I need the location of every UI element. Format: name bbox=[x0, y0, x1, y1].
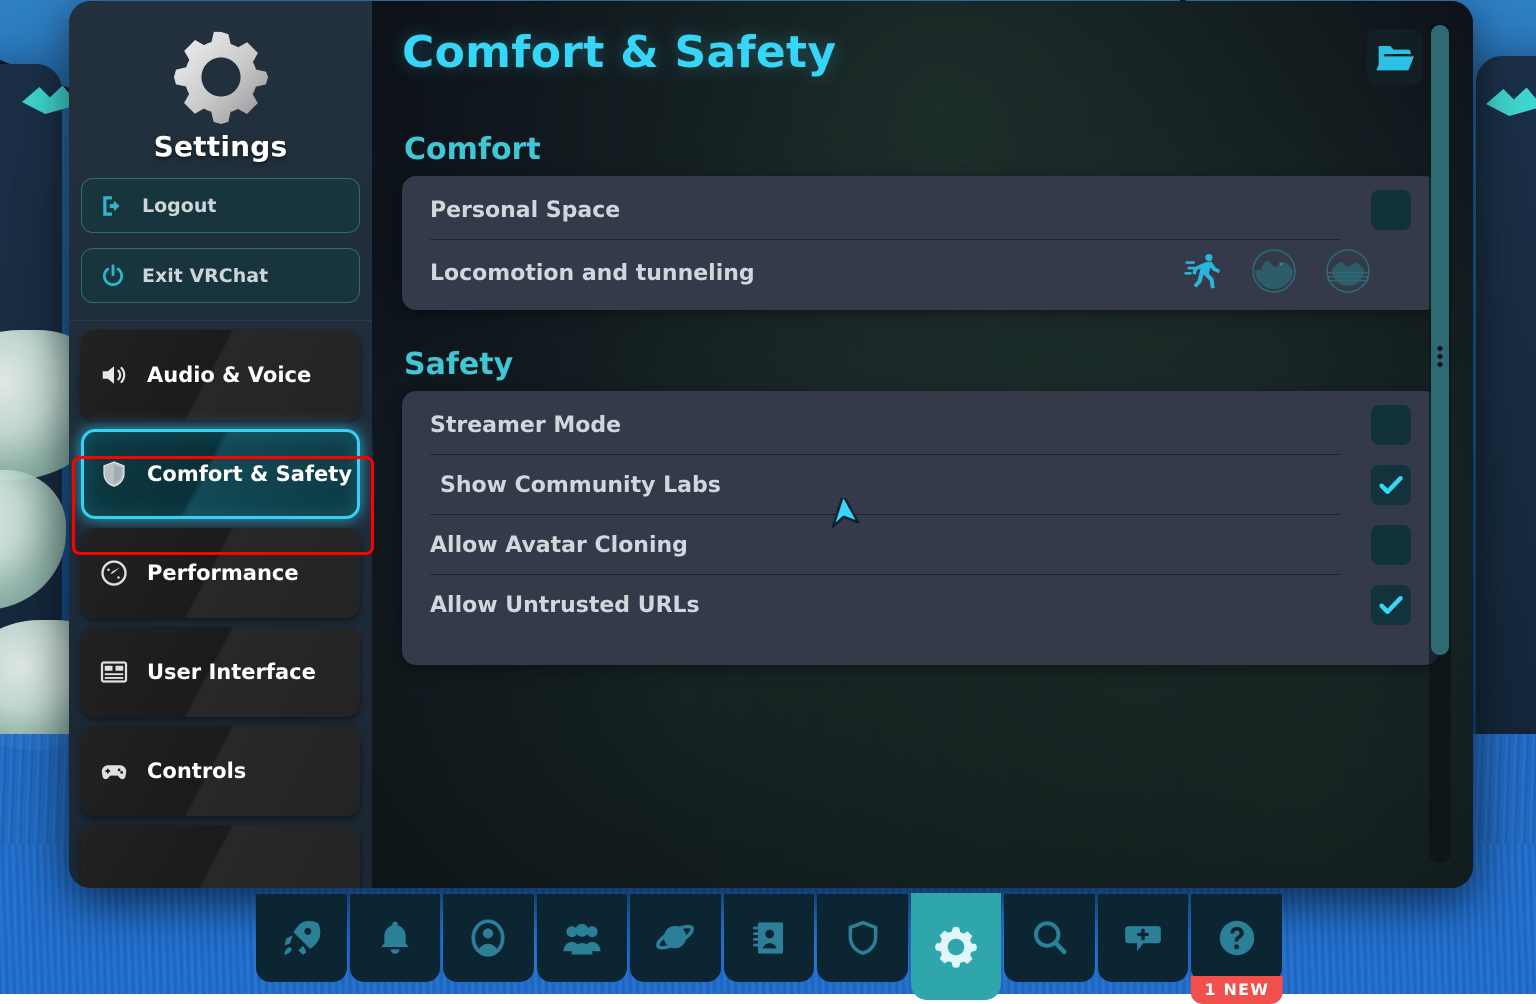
taskbar-button-notebook[interactable] bbox=[724, 894, 815, 982]
safety-settings-card: Streamer Mode Show Community Labs Allow … bbox=[402, 391, 1439, 665]
locomotion-options bbox=[1183, 246, 1373, 300]
social-group-icon bbox=[561, 917, 603, 959]
status-badge: 1 NEW bbox=[1190, 976, 1283, 1004]
scrollbar-track[interactable] bbox=[1429, 23, 1451, 863]
sidebar-item-label: Controls bbox=[147, 759, 246, 783]
section-heading-comfort: Comfort bbox=[404, 132, 1439, 167]
page-title: Settings bbox=[81, 130, 360, 163]
tunnel-vignette-small-icon[interactable] bbox=[1249, 246, 1299, 300]
help-question-icon bbox=[1215, 916, 1259, 960]
logout-button[interactable]: Logout bbox=[81, 178, 360, 233]
gauge-icon bbox=[99, 558, 129, 588]
profile-icon bbox=[467, 917, 509, 959]
row-personal-space[interactable]: Personal Space bbox=[402, 180, 1439, 240]
sidebar-item-label: Performance bbox=[147, 561, 299, 585]
bell-icon bbox=[375, 918, 415, 958]
taskbar-button-settings[interactable] bbox=[911, 893, 1002, 1000]
exit-vrchat-button[interactable]: Exit VRChat bbox=[81, 248, 360, 303]
show-community-labs-checkbox[interactable] bbox=[1371, 465, 1411, 505]
gear-icon bbox=[172, 28, 270, 126]
rocket-icon bbox=[280, 917, 322, 959]
sidebar: Settings Logout Exit VRChat bbox=[69, 1, 372, 888]
shield-icon bbox=[843, 918, 883, 958]
gear-icon bbox=[933, 924, 979, 970]
row-streamer-mode[interactable]: Streamer Mode bbox=[402, 395, 1439, 455]
running-person-icon[interactable] bbox=[1183, 250, 1225, 296]
taskbar-button-safety[interactable] bbox=[817, 894, 908, 982]
row-allow-avatar-cloning[interactable]: Allow Avatar Cloning bbox=[402, 515, 1439, 575]
row-label: Allow Avatar Cloning bbox=[430, 533, 1371, 558]
row-label: Streamer Mode bbox=[430, 413, 1371, 438]
power-icon bbox=[100, 263, 126, 289]
allow-avatar-cloning-checkbox[interactable] bbox=[1371, 525, 1411, 565]
row-label: Allow Untrusted URLs bbox=[430, 593, 1371, 618]
section-heading-safety: Safety bbox=[404, 347, 1439, 382]
notebook-icon bbox=[749, 918, 789, 958]
taskbar-button-social[interactable] bbox=[537, 894, 628, 982]
row-allow-untrusted-urls[interactable]: Allow Untrusted URLs bbox=[402, 575, 1439, 635]
sidebar-item-controls[interactable]: Controls bbox=[81, 726, 360, 816]
taskbar: 1 NEW bbox=[256, 894, 1282, 982]
checkmark-icon bbox=[1376, 470, 1406, 500]
row-label: Personal Space bbox=[430, 198, 1371, 223]
checkmark-icon bbox=[1376, 590, 1406, 620]
sidebar-item-comfort-safety[interactable]: Comfort & Safety bbox=[81, 429, 360, 519]
window-icon bbox=[99, 657, 129, 687]
page-heading: Comfort & Safety bbox=[402, 27, 1439, 78]
taskbar-button-worlds[interactable] bbox=[630, 894, 721, 982]
row-label: Locomotion and tunneling bbox=[430, 261, 1183, 286]
taskbar-button-rocket[interactable] bbox=[256, 894, 347, 982]
speaker-icon bbox=[99, 360, 129, 390]
logout-label: Logout bbox=[142, 195, 216, 217]
taskbar-button-search[interactable] bbox=[1004, 894, 1095, 982]
folder-open-icon bbox=[1375, 37, 1415, 77]
personal-space-checkbox[interactable] bbox=[1371, 190, 1411, 230]
tunnel-vignette-large-icon[interactable] bbox=[1323, 246, 1373, 300]
sidebar-item-label: Comfort & Safety bbox=[147, 462, 352, 486]
logout-icon bbox=[100, 193, 126, 219]
allow-untrusted-urls-checkbox[interactable] bbox=[1371, 585, 1411, 625]
content-area: Comfort & Safety Comfort Personal Space … bbox=[372, 1, 1473, 888]
folder-open-button[interactable] bbox=[1367, 29, 1423, 85]
gamepad-icon bbox=[99, 756, 129, 786]
exit-vrchat-label: Exit VRChat bbox=[142, 265, 268, 287]
settings-window: Settings Logout Exit VRChat bbox=[69, 1, 1473, 888]
taskbar-button-profile[interactable] bbox=[443, 894, 534, 982]
comfort-settings-card: Personal Space Locomotion and tunneling bbox=[402, 176, 1439, 310]
taskbar-button-notifications[interactable] bbox=[350, 894, 441, 982]
streamer-mode-checkbox[interactable] bbox=[1371, 405, 1411, 445]
sidebar-item-label: User Interface bbox=[147, 660, 316, 684]
search-icon bbox=[1029, 917, 1071, 959]
taskbar-button-new-chat[interactable] bbox=[1098, 894, 1189, 982]
scrollbar-thumb[interactable] bbox=[1431, 25, 1449, 655]
planet-icon bbox=[654, 917, 696, 959]
grip-dots-icon bbox=[1438, 346, 1443, 367]
row-label: Show Community Labs bbox=[440, 473, 1371, 498]
sidebar-nav-list: Audio & Voice Comfort & Safety bbox=[81, 330, 360, 867]
sidebar-item-user-interface[interactable]: User Interface bbox=[81, 627, 360, 717]
row-show-community-labs[interactable]: Show Community Labs bbox=[402, 455, 1439, 515]
sidebar-divider bbox=[69, 320, 372, 321]
row-locomotion-tunneling[interactable]: Locomotion and tunneling bbox=[402, 240, 1439, 306]
chat-plus-icon bbox=[1122, 917, 1164, 959]
sidebar-item-partial[interactable] bbox=[81, 825, 360, 888]
sidebar-item-performance[interactable]: Performance bbox=[81, 528, 360, 618]
sidebar-item-label: Audio & Voice bbox=[147, 363, 311, 387]
shield-icon bbox=[99, 459, 129, 489]
taskbar-button-help[interactable]: 1 NEW bbox=[1191, 894, 1282, 982]
sidebar-item-audio-voice[interactable]: Audio & Voice bbox=[81, 330, 360, 420]
